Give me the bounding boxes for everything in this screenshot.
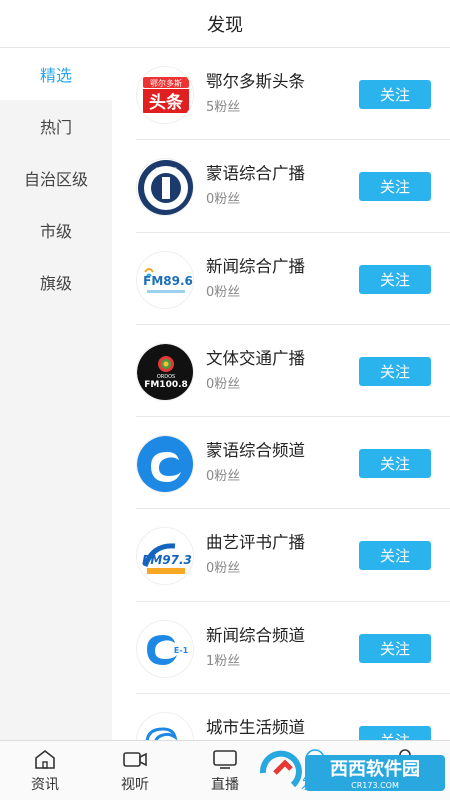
channel-name: 蒙语综合频道 (206, 441, 305, 461)
channel-logo-sports-traffic-radio: ORDOS FM100.8 (136, 342, 194, 401)
channel-row[interactable]: 蒙语综合频道 0粉丝 关注 (136, 417, 450, 510)
channel-logo-mongolian-radio: ORDOS (136, 158, 194, 217)
sidebar-item-city[interactable]: 市级 (0, 204, 112, 256)
page-header: 发现 (0, 0, 450, 48)
watermark-logo: 西西软件园 CR173.COM (259, 750, 445, 791)
channel-list: 鄂尔多斯 头条 鄂尔多斯头条 5粉丝 关注 ORDOS 蒙语综合广播 0粉丝 关… (112, 48, 450, 740)
home-icon (35, 749, 55, 769)
sidebar-item-label: 精选 (39, 66, 72, 85)
channel-logo-news-radio: FM89.6 (136, 250, 194, 309)
logo-text: E-1 (174, 646, 189, 655)
sidebar-item-label: 热门 (39, 118, 72, 137)
follow-button[interactable]: 关注 (359, 264, 431, 294)
follow-button[interactable]: 关注 (359, 633, 431, 663)
channel-row[interactable]: ORDOS FM100.8 文体交通广播 0粉丝 关注 (136, 325, 450, 418)
follow-button[interactable]: 关注 (359, 541, 431, 571)
video-camera-icon (123, 751, 147, 767)
channel-row[interactable]: E-1 新闻综合频道 1粉丝 关注 (136, 602, 450, 695)
page-title: 发现 (207, 14, 243, 36)
fan-count: 0粉丝 (206, 376, 241, 392)
tab-label: 直播 (211, 776, 239, 793)
sidebar-item-featured[interactable]: 精选 (0, 48, 112, 100)
logo-text: 头条 (149, 92, 184, 113)
watermark-text: 西西软件园 (330, 758, 420, 780)
fan-count: 0粉丝 (206, 469, 241, 485)
sidebar-item-region[interactable]: 自治区级 (0, 152, 112, 204)
channel-name: 蒙语综合广播 (206, 164, 305, 184)
channel-name: 鄂尔多斯头条 (206, 72, 305, 91)
sidebar-item-label: 自治区级 (23, 170, 88, 189)
follow-button[interactable]: 关注 (359, 449, 431, 479)
fan-count: 0粉丝 (206, 192, 241, 208)
follow-button[interactable]: 关注 (359, 172, 431, 202)
channel-row[interactable]: FM89.6 新闻综合广播 0粉丝 关注 (136, 233, 450, 325)
channel-logo-opera-radio: FM97.3 (136, 527, 194, 586)
channel-row[interactable]: 城市生活频道 关注 (136, 694, 450, 740)
logo-text: FM100.8 (144, 380, 188, 390)
channel-logo-city-life (136, 712, 194, 740)
tv-icon (213, 749, 237, 769)
sidebar-item-banner[interactable]: 旗级 (0, 256, 112, 308)
follow-button[interactable]: 关注 (359, 726, 431, 740)
fan-count: 5粉丝 (206, 100, 241, 115)
tab-video[interactable]: 视听 (90, 741, 180, 800)
channel-row[interactable]: 鄂尔多斯 头条 鄂尔多斯头条 5粉丝 关注 (136, 48, 450, 141)
channel-logo-ordos-headline: 鄂尔多斯 头条 (136, 66, 194, 124)
tab-label: 资讯 (31, 776, 59, 793)
tab-news[interactable]: 资讯 (0, 741, 90, 800)
channel-logo-news-tv: E-1 (136, 619, 194, 678)
channel-name: 文体交通广播 (206, 348, 305, 368)
follow-button[interactable]: 关注 (359, 356, 431, 386)
logo-text: FM97.3 (142, 553, 192, 567)
channel-row[interactable]: FM97.3 曲艺评书广播 0粉丝 关注 (136, 509, 450, 602)
sidebar-item-label: 旗级 (39, 274, 72, 293)
sidebar-item-label: 市级 (39, 222, 72, 241)
follow-button[interactable]: 关注 (359, 80, 431, 109)
logo-small-text: 鄂尔多斯 (150, 78, 182, 88)
category-sidebar: 精选 热门 自治区级 市级 旗级 (0, 48, 112, 740)
fan-count: 0粉丝 (206, 284, 241, 300)
sidebar-item-hot[interactable]: 热门 (0, 100, 112, 152)
fan-count: 0粉丝 (206, 561, 241, 577)
logo-text: FM89.6 (143, 274, 193, 288)
channel-row[interactable]: ORDOS 蒙语综合广播 0粉丝 关注 (136, 140, 450, 233)
channel-name: 城市生活频道 (206, 718, 305, 738)
fan-count: 1粉丝 (206, 653, 241, 669)
channel-logo-mongolian-tv (136, 435, 194, 494)
channel-name: 曲艺评书广播 (206, 533, 305, 553)
watermark-subtext: CR173.COM (351, 781, 399, 790)
channel-name: 新闻综合广播 (206, 256, 305, 276)
tab-label: 视听 (121, 776, 149, 793)
logo-text: ORDOS (155, 167, 177, 174)
channel-name: 新闻综合频道 (206, 625, 305, 645)
